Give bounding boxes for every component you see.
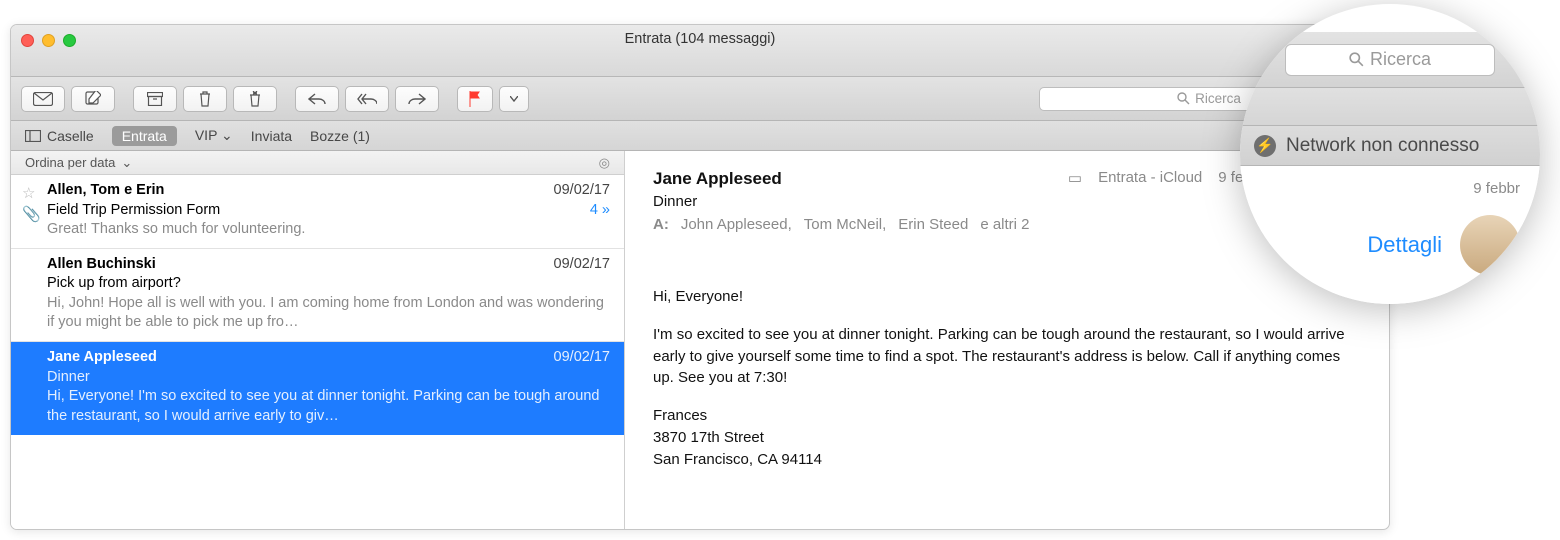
message-item[interactable]: Allen Buchinski 09/02/17 Pick up from ai… <box>11 249 624 342</box>
message-preview: Great! Thanks so much for volunteering. <box>47 220 610 240</box>
search-icon <box>1177 92 1190 105</box>
avatar <box>1315 169 1361 215</box>
recipient: Erin Steed <box>898 216 968 233</box>
get-mail-button[interactable] <box>21 86 65 112</box>
reading-pane: Jane Appleseed Dinner A: John Appleseed,… <box>625 151 1389 529</box>
message-subject: Pick up from airport? <box>47 274 181 294</box>
search-field[interactable]: Ricerca <box>1039 87 1379 111</box>
flag-button[interactable] <box>457 86 493 112</box>
recipient-more: e altri 2 <box>980 216 1029 233</box>
sidebar-icon <box>25 130 41 142</box>
flag-icon <box>468 91 482 107</box>
chevron-down-icon: ⌄ <box>121 155 132 171</box>
star-icon: ☆ <box>22 184 35 204</box>
message-date: 09/02/17 <box>554 181 610 201</box>
fav-drafts[interactable]: Bozze (1) <box>310 128 370 144</box>
archive-icon <box>147 92 163 106</box>
compose-button[interactable] <box>71 86 115 112</box>
sort-label: Ordina per data <box>25 155 115 170</box>
details-link[interactable]: Dettagli <box>653 243 1361 260</box>
junk-button[interactable] <box>233 86 277 112</box>
reading-date: 9 febbraio <box>1218 169 1285 186</box>
trash-icon <box>198 91 212 107</box>
mail-window: Entrata (104 messaggi) <box>10 24 1390 530</box>
forward-button[interactable] <box>395 86 439 112</box>
chevron-down-icon: ⌄ <box>221 127 233 143</box>
message-subject: Dinner <box>47 368 90 388</box>
magnified-avatar <box>1460 215 1520 275</box>
fav-vip[interactable]: VIP ⌄ <box>195 127 233 144</box>
fav-inbox[interactable]: Entrata <box>112 126 177 146</box>
archive-button[interactable] <box>133 86 177 112</box>
reading-to-label: A: <box>653 216 669 233</box>
body-greeting: Hi, Everyone! <box>653 286 1361 308</box>
message-sender: Allen Buchinski <box>47 255 156 275</box>
forward-icon <box>408 93 426 105</box>
reading-subject: Dinner <box>653 193 1068 210</box>
message-date: 09/02/17 <box>554 255 610 275</box>
message-item-selected[interactable]: Jane Appleseed 09/02/17 Dinner Hi, Every… <box>11 342 624 435</box>
filter-icon[interactable]: ◎ <box>599 155 610 171</box>
reading-sender: Jane Appleseed <box>653 169 1068 189</box>
junk-icon <box>247 91 263 107</box>
fav-sent[interactable]: Inviata <box>251 128 292 144</box>
reply-icon <box>308 93 326 105</box>
message-list: Ordina per data ⌄ ◎ ☆ 📎 Allen, Tom e Eri… <box>11 151 625 529</box>
toolbar: Ricerca <box>11 77 1389 121</box>
body-signature: Frances 3870 17th Street San Francisco, … <box>653 405 1361 470</box>
mailboxes-toggle[interactable]: Caselle <box>25 128 94 144</box>
message-subject: Field Trip Permission Form <box>47 201 220 221</box>
body-paragraph: I'm so excited to see you at dinner toni… <box>653 324 1361 389</box>
folder-icon: ▭ <box>1068 169 1082 187</box>
reply-all-button[interactable] <box>345 86 389 112</box>
reply-all-icon <box>357 93 377 105</box>
envelope-icon <box>33 92 53 106</box>
message-date: 09/02/17 <box>554 348 610 368</box>
delete-button[interactable] <box>183 86 227 112</box>
recipient: Tom McNeil, <box>804 216 887 233</box>
reading-to-row: A: John Appleseed, Tom McNeil, Erin Stee… <box>653 216 1068 233</box>
window-title: Entrata (104 messaggi) <box>11 31 1389 47</box>
compose-icon <box>85 91 101 107</box>
message-item[interactable]: ☆ 📎 Allen, Tom e Erin 09/02/17 Field Tri… <box>11 175 624 249</box>
message-preview: Hi, Everyone! I'm so excited to see you … <box>47 387 610 426</box>
body-split: Ordina per data ⌄ ◎ ☆ 📎 Allen, Tom e Eri… <box>11 151 1389 529</box>
chevron-down-icon <box>510 96 518 102</box>
mailboxes-label: Caselle <box>47 128 94 144</box>
message-thread-count: 4 » <box>590 201 610 221</box>
reading-header: Jane Appleseed Dinner A: John Appleseed,… <box>653 169 1361 239</box>
favorites-bar: Caselle Entrata VIP ⌄ Inviata Bozze (1) <box>11 121 1389 151</box>
message-sender: Jane Appleseed <box>47 348 157 368</box>
recipient: John Appleseed, <box>681 216 792 233</box>
reading-body: Hi, Everyone! I'm so excited to see you … <box>653 286 1361 470</box>
reading-folder: Entrata - iCloud <box>1098 169 1202 186</box>
paperclip-icon: 📎 <box>22 205 41 225</box>
magnified-reading-date: 9 febbr <box>1473 180 1520 197</box>
message-preview: Hi, John! Hope all is well with you. I a… <box>47 294 610 333</box>
titlebar: Entrata (104 messaggi) <box>11 25 1389 77</box>
search-placeholder: Ricerca <box>1195 91 1241 106</box>
reply-button[interactable] <box>295 86 339 112</box>
message-sender: Allen, Tom e Erin <box>47 181 164 201</box>
sort-bar[interactable]: Ordina per data ⌄ ◎ <box>11 151 624 175</box>
flag-menu-button[interactable] <box>499 86 529 112</box>
